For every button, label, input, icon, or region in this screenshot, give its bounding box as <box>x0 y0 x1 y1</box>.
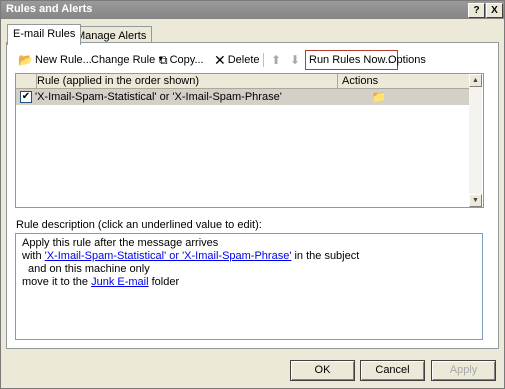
new-rule-icon: 📂 <box>18 53 33 67</box>
description-line-1: Apply this rule after the message arrive… <box>22 237 219 249</box>
up-arrow-icon: ⬆ <box>271 53 282 67</box>
description-line-4-suffix: folder <box>148 276 180 288</box>
rule-description-label: Rule description (click an underlined va… <box>16 219 262 231</box>
description-line-2-prefix: with <box>22 250 45 262</box>
apply-button[interactable]: Apply <box>431 360 496 381</box>
condition-words-link[interactable]: 'X-Imail-Spam-Statistical' or 'X-Imail-S… <box>45 250 292 262</box>
description-line-2: with 'X-Imail-Spam-Statistical' or 'X-Im… <box>22 250 359 263</box>
rule-row[interactable]: ✔ 'X-Imail-Spam-Statistical' or 'X-Imail… <box>16 89 469 105</box>
toolbar-separator <box>263 53 264 67</box>
help-button[interactable]: ? <box>468 3 485 18</box>
description-line-2-suffix: in the subject <box>291 250 360 262</box>
rules-list-scrollbar[interactable]: ▲ ▼ <box>469 74 482 207</box>
actions-column-header[interactable]: Actions <box>338 74 468 88</box>
move-down-button[interactable]: ⬇ <box>290 51 302 69</box>
rule-enabled-checkbox[interactable]: ✔ <box>20 91 32 103</box>
copy-button[interactable]: ⧉ Copy... <box>159 51 204 69</box>
window-title: Rules and Alerts <box>6 3 93 15</box>
rule-description-box: Apply this rule after the message arrive… <box>15 233 483 340</box>
new-rule-label: New Rule... <box>34 54 92 66</box>
close-button[interactable]: X <box>486 3 503 18</box>
scroll-up-arrow[interactable]: ▲ <box>469 74 482 87</box>
junk-email-folder-link[interactable]: Junk E-mail <box>91 276 148 288</box>
change-rule-button[interactable]: Change Rule ▼ <box>91 51 164 69</box>
copy-icon: ⧉ <box>159 53 168 67</box>
rules-list-header: Rule (applied in the order shown) Action… <box>16 74 469 89</box>
move-up-button[interactable]: ⬆ <box>271 51 283 69</box>
description-line-3: and on this machine only <box>28 263 150 275</box>
delete-icon: ✕ <box>214 52 226 68</box>
title-bar: Rules and Alerts ? X <box>1 1 504 19</box>
copy-label: Copy... <box>169 54 204 66</box>
down-arrow-icon: ⬇ <box>290 53 301 67</box>
rule-name: 'X-Imail-Spam-Statistical' or 'X-Imail-S… <box>35 91 282 103</box>
run-rules-now-button[interactable]: Run Rules Now... <box>305 50 398 70</box>
new-rule-button[interactable]: 📂 New Rule... <box>18 51 92 69</box>
options-button[interactable]: Options <box>388 51 426 69</box>
cancel-button[interactable]: Cancel <box>360 360 425 381</box>
tab-email-rules[interactable]: E-mail Rules <box>7 24 82 45</box>
change-rule-label: Change Rule <box>91 54 156 66</box>
move-to-folder-icon: 📁 <box>371 90 386 104</box>
scroll-down-arrow[interactable]: ▼ <box>469 194 482 207</box>
ok-button[interactable]: OK <box>290 360 355 381</box>
rules-and-alerts-dialog: Rules and Alerts ? X E-mail Rules Manage… <box>0 0 505 389</box>
rules-list[interactable]: Rule (applied in the order shown) Action… <box>15 73 484 208</box>
rule-column-header[interactable]: Rule (applied in the order shown) <box>33 74 338 88</box>
run-rules-now-label: Run Rules Now... <box>305 50 398 70</box>
description-line-4-prefix: move it to the <box>22 276 92 288</box>
options-label: Options <box>388 54 426 66</box>
delete-button[interactable]: ✕ Delete <box>214 51 260 69</box>
description-line-4: move it to the Junk E-mail folder <box>22 276 179 289</box>
delete-label: Delete <box>227 54 260 66</box>
